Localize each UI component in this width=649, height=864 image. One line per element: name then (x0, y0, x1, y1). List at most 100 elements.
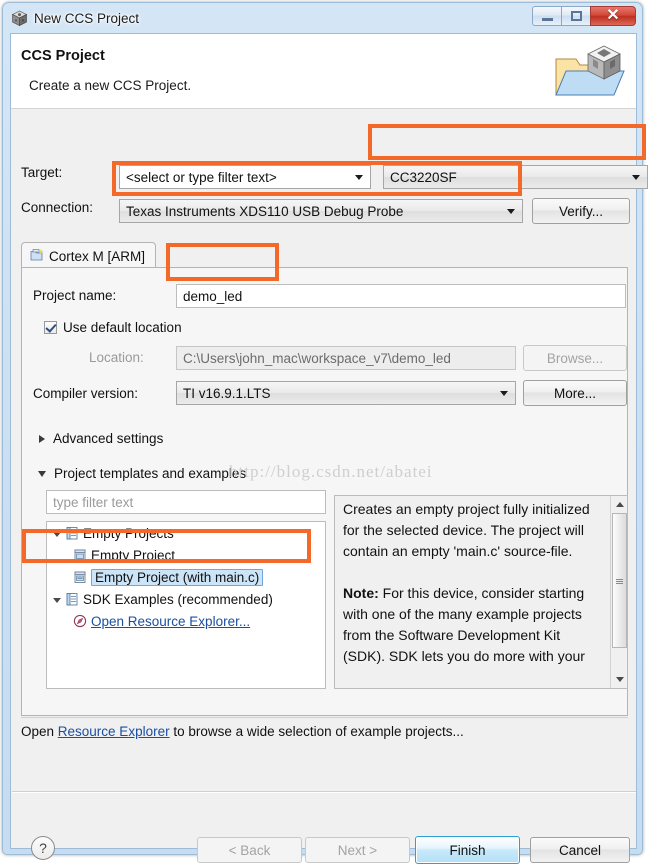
project-item-icon (73, 548, 87, 562)
description-note-label: Note: (343, 585, 379, 601)
info-prefix: Open (21, 724, 58, 739)
scrollbar-thumb[interactable] (612, 513, 627, 648)
connection-label: Connection: (21, 200, 94, 215)
chevron-up-icon (615, 502, 624, 507)
help-button[interactable]: ? (31, 836, 55, 860)
page-subtitle: Create a new CCS Project. (29, 78, 192, 93)
page-title: CCS Project (21, 48, 105, 64)
wizard-header: CCS Project Create a new CCS Project. (11, 34, 636, 109)
scroll-down-button[interactable] (611, 671, 627, 688)
location-label: Location: (89, 350, 144, 365)
cancel-button[interactable]: Cancel (530, 837, 630, 863)
connection-value: Texas Instruments XDS110 USB Debug Probe (126, 203, 404, 219)
advanced-settings-label: Advanced settings (53, 431, 164, 446)
project-name-value: demo_led (183, 288, 243, 304)
use-default-location-label: Use default location (63, 320, 182, 335)
info-suffix: to browse a wide selection of example pr… (169, 724, 464, 739)
window-controls: ✕ (532, 6, 636, 26)
tree-node-label: Empty Project (91, 547, 176, 563)
tab-label: Cortex M [ARM] (49, 248, 146, 264)
tree-node-sdk-examples[interactable]: SDK Examples (recommended) (47, 588, 325, 610)
close-icon: ✕ (606, 7, 620, 24)
finish-button[interactable]: Finish (415, 836, 520, 864)
chevron-down-icon (632, 175, 640, 180)
next-button[interactable]: Next > (305, 837, 410, 863)
browse-button[interactable]: Browse... (523, 345, 627, 371)
ccs-cube-icon (11, 10, 28, 27)
chevron-down-icon (53, 597, 61, 603)
project-name-input[interactable]: demo_led (176, 284, 626, 308)
project-templates-section[interactable]: Project templates and examples (38, 466, 246, 481)
advanced-settings-section[interactable]: Advanced settings (39, 431, 163, 446)
description-text: Creates an empty project fully initializ… (343, 499, 601, 667)
target-filter-combo[interactable]: <select or type filter text> (119, 165, 371, 189)
chevron-down-icon (53, 531, 61, 537)
resource-explorer-link[interactable]: Resource Explorer (58, 724, 170, 739)
grip-icon (616, 578, 623, 584)
vertical-scrollbar[interactable] (610, 496, 627, 688)
connection-row: Connection: (21, 200, 93, 215)
folder-list-icon (65, 592, 79, 606)
checkbox-indicator (44, 321, 57, 334)
more-button[interactable]: More... (523, 380, 627, 406)
window-titlebar[interactable]: New CCS Project ✕ (3, 3, 642, 33)
chevron-down-icon (38, 470, 46, 477)
tree-node-label: Empty Projects (83, 525, 174, 541)
project-name-row: Project name: (33, 288, 116, 303)
project-name-label: Project name: (33, 288, 117, 303)
scroll-up-button[interactable] (611, 496, 627, 513)
chevron-down-icon (507, 209, 515, 214)
chevron-down-icon (615, 677, 624, 682)
maximize-icon (570, 11, 582, 21)
back-button[interactable]: < Back (197, 837, 302, 863)
minimize-icon (541, 18, 553, 21)
use-default-location-checkbox[interactable]: Use default location (44, 320, 182, 335)
chevron-down-icon (500, 391, 508, 396)
compiler-version-combo[interactable]: TI v16.9.1.LTS (176, 381, 516, 405)
divider (21, 717, 628, 718)
tab-cortex-m-arm[interactable]: Cortex M [ARM] (21, 242, 157, 269)
tree-node-open-resource-explorer[interactable]: Open Resource Explorer... (47, 610, 325, 632)
compiler-row: Compiler version: (33, 386, 138, 401)
folder-list-icon (65, 526, 79, 540)
template-tree[interactable]: Empty Projects Empty Project Empty Proje… (46, 521, 326, 689)
footer-divider-light (12, 792, 636, 793)
verify-button[interactable]: Verify... (532, 198, 630, 224)
maximize-button[interactable] (561, 6, 590, 26)
tree-node-empty-project-with-main-c[interactable]: Empty Project (with main.c) (47, 566, 325, 588)
window-title: New CCS Project (34, 10, 140, 26)
tree-node-empty-projects[interactable]: Empty Projects (47, 522, 325, 544)
chevron-down-icon (355, 175, 363, 180)
description-paragraph-2: For this device, consider starting with … (343, 585, 585, 664)
location-row: Location: (89, 350, 144, 365)
template-filter-placeholder: type filter text (53, 494, 134, 510)
chevron-right-icon (39, 434, 45, 443)
project-item-icon (73, 570, 87, 584)
tree-node-label: Empty Project (with main.c) (91, 568, 264, 586)
tree-node-empty-project[interactable]: Empty Project (47, 544, 325, 566)
template-filter-input[interactable]: type filter text (46, 490, 326, 514)
target-filter-value: <select or type filter text> (126, 169, 277, 185)
tree-node-label: SDK Examples (recommended) (83, 591, 273, 607)
close-button[interactable]: ✕ (590, 6, 636, 26)
target-device-combo[interactable]: CC3220SF (383, 165, 648, 189)
compiler-label: Compiler version: (33, 386, 139, 401)
description-paragraph-1: Creates an empty project fully initializ… (343, 501, 590, 559)
compiler-version-value: TI v16.9.1.LTS (183, 385, 271, 401)
location-input[interactable]: C:\Users\john_mac\workspace_v7\demo_led (176, 346, 516, 370)
info-strip: Open Resource Explorer to browse a wide … (21, 724, 628, 772)
dialog-client-area: CCS Project Create a new CCS Project. Ta… (10, 33, 648, 864)
tab-strip: Cortex M [ARM] (21, 242, 628, 269)
target-device-value: CC3220SF (390, 169, 457, 185)
tree-node-link-label[interactable]: Open Resource Explorer... (91, 614, 250, 629)
project-tab-icon (30, 248, 44, 265)
compass-icon (73, 614, 87, 628)
target-row: Target: (21, 165, 62, 180)
target-label: Target: (21, 165, 63, 180)
connection-combo[interactable]: Texas Instruments XDS110 USB Debug Probe (119, 199, 523, 223)
new-ccs-project-dialog: New CCS Project ✕ CCS Project Create a n… (2, 2, 648, 864)
project-folder-icon (550, 43, 628, 105)
location-value: C:\Users\john_mac\workspace_v7\demo_led (183, 350, 451, 366)
template-description-panel: Creates an empty project fully initializ… (334, 495, 628, 689)
minimize-button[interactable] (532, 6, 561, 26)
